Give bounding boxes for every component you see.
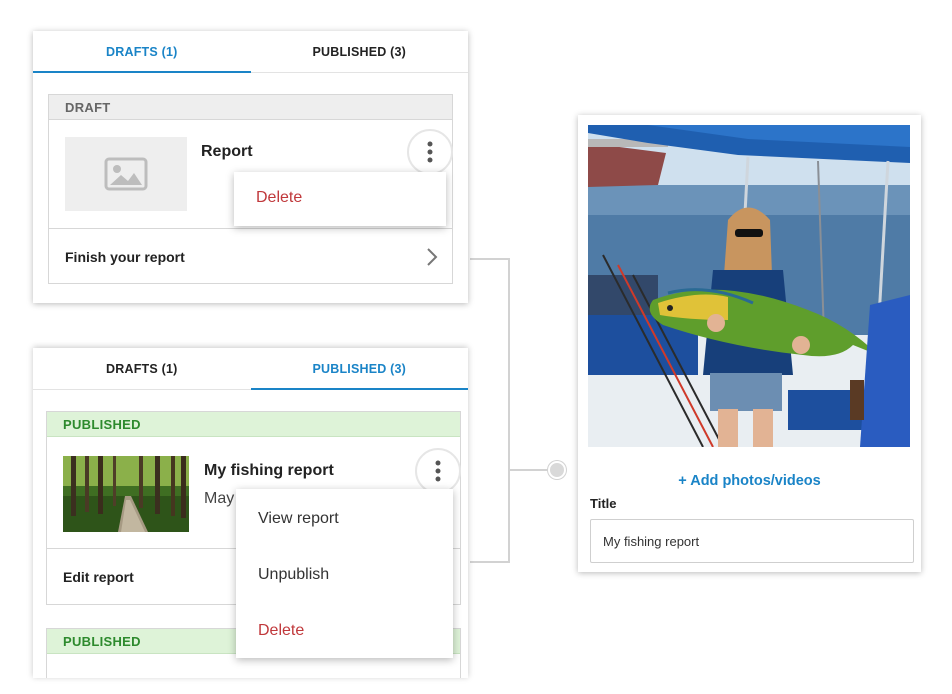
fishing-photo-image bbox=[588, 125, 910, 447]
report-title[interactable]: My fishing report bbox=[204, 462, 334, 480]
finish-report-row[interactable]: Finish your report bbox=[49, 228, 452, 284]
tab-bar: DRAFTS (1) PUBLISHED (3) bbox=[33, 31, 468, 73]
image-placeholder-icon bbox=[104, 157, 148, 191]
more-options-button[interactable] bbox=[407, 129, 453, 175]
tab-published-label: PUBLISHED (3) bbox=[312, 44, 407, 59]
drafts-panel: DRAFTS (1) PUBLISHED (3) DRAFT Report Fi… bbox=[33, 31, 468, 303]
kebab-menu-icon bbox=[427, 141, 433, 163]
more-options-button[interactable] bbox=[415, 448, 461, 494]
tab-published[interactable]: PUBLISHED (3) bbox=[251, 31, 469, 72]
chevron-right-icon bbox=[427, 247, 438, 266]
menu-item-delete[interactable]: Delete bbox=[256, 189, 302, 207]
title-field-label: Title bbox=[590, 496, 617, 511]
report-date: May bbox=[204, 490, 235, 507]
tab-drafts[interactable]: DRAFTS (1) bbox=[33, 31, 251, 73]
status-badge-draft: DRAFT bbox=[49, 95, 452, 120]
report-photo[interactable] bbox=[588, 125, 910, 447]
published-panel: DRAFTS (1) PUBLISHED (3) PUBLISHED My fi… bbox=[33, 348, 468, 678]
edit-report-label: Edit report bbox=[63, 569, 134, 585]
image-placeholder bbox=[65, 137, 187, 211]
report-editor-panel: + Add photos/videos Title bbox=[578, 115, 921, 572]
status-badge-published: PUBLISHED bbox=[47, 412, 460, 437]
draft-options-menu: Delete bbox=[234, 172, 446, 226]
menu-item-delete[interactable]: Delete bbox=[258, 622, 304, 640]
tab-drafts-label: DRAFTS (1) bbox=[106, 361, 178, 376]
connector-dot bbox=[548, 461, 566, 479]
connector-line bbox=[470, 258, 510, 260]
add-photos-videos-link[interactable]: + Add photos/videos bbox=[578, 473, 921, 489]
tab-drafts[interactable]: DRAFTS (1) bbox=[33, 348, 251, 389]
connector-line bbox=[508, 469, 550, 471]
kebab-menu-icon bbox=[435, 460, 441, 482]
report-title[interactable]: Report bbox=[201, 143, 253, 161]
title-input[interactable] bbox=[590, 519, 914, 563]
report-thumbnail[interactable] bbox=[63, 456, 189, 532]
tab-bar: DRAFTS (1) PUBLISHED (3) bbox=[33, 348, 468, 390]
tab-published[interactable]: PUBLISHED (3) bbox=[250, 348, 469, 390]
menu-item-view-report[interactable]: View report bbox=[258, 510, 339, 528]
connector-line bbox=[470, 561, 510, 563]
tab-published-label: PUBLISHED (3) bbox=[312, 361, 407, 376]
forest-boardwalk-image bbox=[63, 456, 189, 532]
connector-line bbox=[508, 258, 510, 563]
finish-report-label: Finish your report bbox=[65, 248, 185, 265]
menu-item-unpublish[interactable]: Unpublish bbox=[258, 566, 329, 584]
tab-drafts-label: DRAFTS (1) bbox=[106, 44, 178, 59]
published-options-menu: View report Unpublish Delete bbox=[236, 489, 453, 658]
